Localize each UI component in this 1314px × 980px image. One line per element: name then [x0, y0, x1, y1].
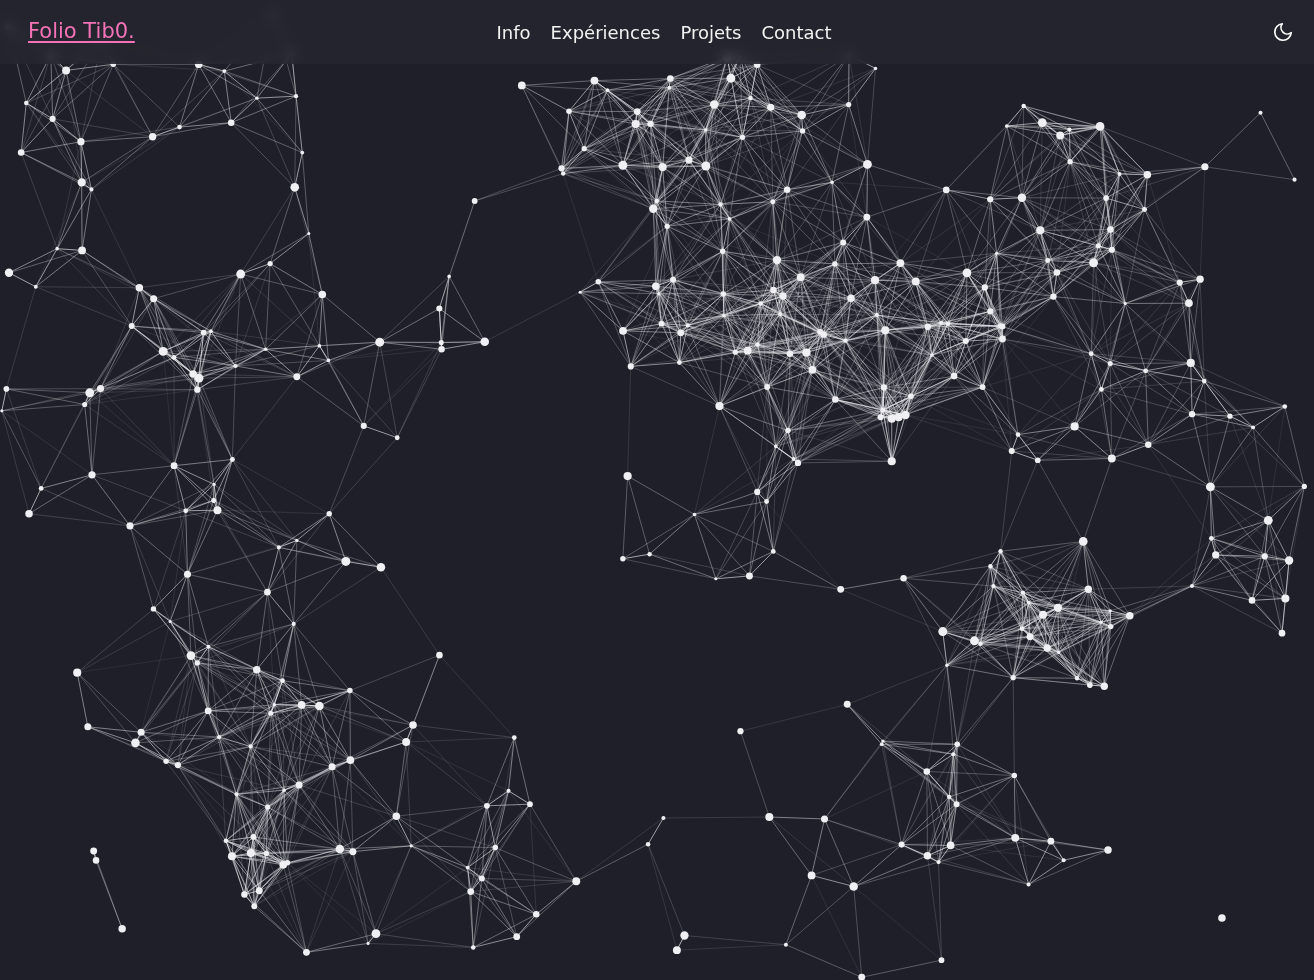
nav-link[interactable]: Expériences	[543, 13, 669, 52]
navbar: Folio Tib0. InfoExpériencesProjetsContac…	[0, 0, 1314, 64]
brand-link[interactable]: Folio Tib0.	[28, 16, 135, 48]
nav-links: InfoExpériencesProjetsContact	[489, 13, 840, 52]
nav-link[interactable]: Contact	[753, 13, 839, 52]
moon-icon	[1272, 21, 1294, 43]
particle-network	[0, 0, 1314, 980]
theme-toggle-button[interactable]	[1266, 15, 1300, 49]
nav-link[interactable]: Info	[489, 13, 539, 52]
nav-link[interactable]: Projets	[672, 13, 749, 52]
